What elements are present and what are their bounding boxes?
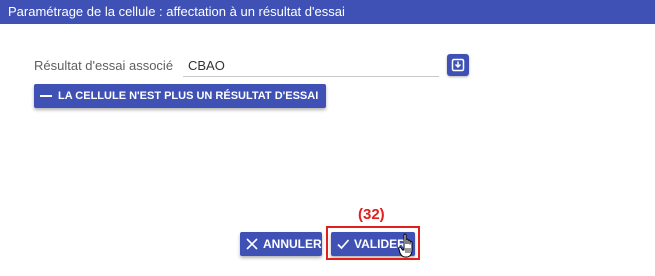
- cancel-button[interactable]: ANNULER: [240, 232, 322, 256]
- download-icon: [451, 58, 465, 72]
- cell-settings-dialog: Paramétrage de la cellule : affectation …: [0, 0, 655, 276]
- cancel-label: ANNULER: [263, 237, 322, 251]
- dialog-title: Paramétrage de la cellule : affectation …: [0, 0, 655, 24]
- select-test-result-button[interactable]: [447, 54, 469, 76]
- step-annotation: (32): [358, 206, 385, 223]
- close-icon: [246, 238, 258, 250]
- test-result-label: Résultat d'essai associé: [34, 58, 174, 73]
- hand-cursor-icon: [398, 233, 413, 258]
- unlink-test-result-button[interactable]: LA CELLULE N'EST PLUS UN RÉSULTAT D'ESSA…: [34, 84, 326, 108]
- test-result-field[interactable]: CBAO: [183, 55, 439, 77]
- unlink-test-result-label: LA CELLULE N'EST PLUS UN RÉSULTAT D'ESSA…: [58, 90, 319, 102]
- minus-icon: [40, 95, 52, 97]
